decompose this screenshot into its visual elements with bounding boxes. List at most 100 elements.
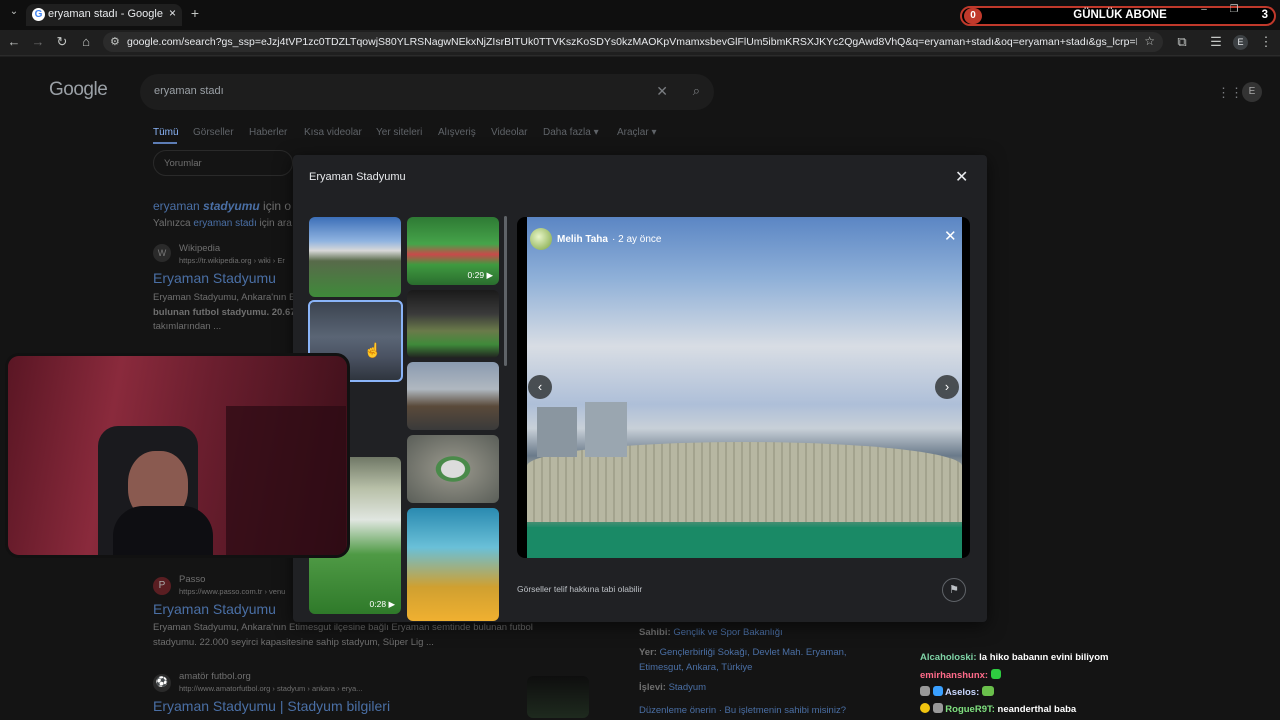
back-icon[interactable]: ←	[6, 34, 22, 49]
result1-title[interactable]: Eryaman Stadyumu	[153, 270, 276, 286]
kp-suggest-edit[interactable]: Düzenleme önerin · Bu işletmenin sahibi …	[639, 705, 846, 716]
chat-badge-icon	[932, 686, 943, 696]
result3-source: amatör futbol.org	[179, 671, 251, 682]
video-duration: 0:28 ▶	[369, 599, 395, 609]
reviews-chip[interactable]: Yorumlar	[153, 150, 293, 176]
chat-user: RogueR9T:	[945, 704, 995, 715]
chat-badge-icon	[932, 703, 943, 713]
tab-title: eryaman stadı - Google'da Ara	[48, 8, 163, 20]
did-you-mean-suffix: için o	[259, 199, 292, 213]
result3-url: http://www.amatorfutbol.org › stadyum › …	[179, 684, 363, 693]
author-avatar[interactable]	[530, 228, 552, 250]
kp-owner-value[interactable]: Gençlik ve Spor Bakanlığı	[673, 627, 782, 638]
thumbnail-scrollbar[interactable]	[504, 216, 507, 366]
reading-list-icon[interactable]: ☰	[1208, 34, 1224, 50]
post-time: · 2 ay önce	[612, 234, 662, 245]
tab-images[interactable]: Görseller	[193, 127, 234, 138]
search-instead-link[interactable]: eryaman stadı	[193, 218, 256, 229]
green-fence	[527, 527, 962, 558]
tab-list-icon[interactable]: ⌄	[6, 6, 22, 17]
tab-close-button[interactable]: ×	[169, 6, 176, 20]
thumbnail-indoor-gym[interactable]	[407, 508, 499, 621]
kp-address-value[interactable]: Gençlerbirliği Sokağı, Devlet Mah. Eryam…	[660, 647, 847, 658]
did-you-mean-link[interactable]: eryaman	[153, 199, 203, 213]
kp-address-value-2[interactable]: Etimesgut, Ankara, Türkiye	[639, 662, 752, 673]
chat-message: emirhanshunx:	[920, 669, 1001, 681]
webcam-overlay	[5, 353, 350, 558]
copyright-notice: Görseller telif hakkına tabi olabilir	[517, 584, 643, 594]
did-you-mean: eryaman stadyumu için o	[153, 199, 291, 213]
browser-tab[interactable]: G eryaman stadı - Google'da Ara ×	[26, 4, 182, 26]
search-input[interactable]: eryaman stadı	[154, 85, 224, 97]
result2-title[interactable]: Eryaman Stadyumu	[153, 601, 276, 617]
clear-icon[interactable]: ✕	[656, 83, 668, 100]
chat-message: Alcaholoski: la hiko babanın evini biliy…	[920, 652, 1108, 663]
thumbnail-stadium-interior[interactable]	[309, 217, 401, 297]
reload-icon[interactable]: ↻	[54, 34, 70, 50]
thumbnail-roof-view[interactable]	[407, 290, 499, 358]
result1-snippet-2: bulunan futbol stadyumu. 20.67	[153, 307, 293, 318]
active-tab-indicator	[153, 142, 177, 144]
minimize-button[interactable]: –	[1196, 4, 1212, 15]
menu-icon[interactable]: ⋮	[1258, 34, 1274, 50]
building-mid	[585, 402, 627, 457]
tab-short-videos[interactable]: Kısa videolar	[304, 127, 362, 138]
chat-text: la hiko babanın evini biliyom	[976, 652, 1109, 663]
thumbnail-aerial[interactable]	[407, 435, 499, 503]
thumbnail-exterior[interactable]	[407, 362, 499, 430]
did-you-mean-emphasis[interactable]: stadyumu	[203, 199, 260, 213]
result2-snippet-2: stadyumu. 22.000 seyirci kapasitesine sa…	[153, 637, 434, 648]
home-icon[interactable]: ⌂	[78, 34, 94, 49]
sub-counter-right: 3	[1261, 9, 1268, 21]
tab-strip: ⌄ G eryaman stadı - Google'da Ara × + GÜ…	[0, 0, 1280, 30]
chat-message: RogueR9T: neanderthal baba	[920, 703, 1076, 715]
result1-snippet-1: Eryaman Stadyumu, Ankara'nın E	[153, 292, 293, 303]
result3-thumbnail[interactable]	[527, 676, 589, 718]
preview-close-button[interactable]: ✕	[944, 227, 957, 245]
google-logo[interactable]: Google	[49, 79, 108, 101]
address-bar[interactable]: ⚙ google.com/search?gs_ssp=eJzj4tVP1zc0T…	[103, 32, 1163, 52]
chat-emote-icon	[981, 686, 994, 696]
author-name[interactable]: Melih Taha	[557, 234, 608, 245]
search-box[interactable]: eryaman stadı ✕ ⌕	[140, 74, 714, 110]
chevron-left-icon[interactable]: ‹	[528, 375, 552, 399]
passo-favicon-icon: P	[153, 577, 171, 595]
search-icon[interactable]: ⌕	[693, 83, 700, 99]
search-instead-suffix: için ara	[256, 218, 292, 229]
flag-icon[interactable]: ⚑	[942, 578, 966, 602]
result1-url: https://tr.wikipedia.org › wiki › Er	[179, 256, 285, 265]
bookmark-star-icon[interactable]: ☆	[1144, 34, 1155, 48]
image-preview[interactable]	[517, 217, 970, 558]
result3-title[interactable]: Eryaman Stadyumu | Stadyum bilgileri	[153, 698, 390, 714]
address-bar-url: google.com/search?gs_ssp=eJzj4tVP1zc0TDZ…	[127, 36, 1137, 48]
webcam-person-body	[113, 506, 213, 555]
search-instead: Yalnızca eryaman stadı için ara	[153, 218, 292, 229]
sub-counter-left: 0	[964, 8, 982, 24]
kp-address: Yer: Gençlerbirliği Sokağı, Devlet Mah. …	[639, 647, 847, 658]
result2-url: https://www.passo.com.tr › venu	[179, 587, 286, 596]
cursor-icon: ☝	[364, 342, 382, 358]
new-tab-button[interactable]: +	[187, 5, 203, 21]
profile-avatar[interactable]: E	[1233, 35, 1248, 50]
video-duration: 0:29 ▶	[467, 270, 493, 280]
account-avatar[interactable]: E	[1242, 82, 1262, 102]
chevron-right-icon[interactable]: ›	[935, 375, 959, 399]
modal-close-button[interactable]: ✕	[955, 167, 968, 187]
thumbnail-pitch-video[interactable]: 0:29 ▶	[407, 217, 499, 285]
tab-tools[interactable]: Araçlar ▾	[617, 127, 656, 138]
kp-function-value[interactable]: Stadyum	[669, 682, 707, 693]
site-info-icon[interactable]: ⚙	[110, 35, 120, 48]
tab-videos[interactable]: Videolar	[491, 127, 528, 138]
kp-function-label: İşlevi:	[639, 682, 666, 693]
google-favicon-icon: G	[32, 8, 45, 21]
tab-places[interactable]: Yer siteleri	[376, 127, 422, 138]
restore-button[interactable]: ❐	[1226, 4, 1242, 15]
wikipedia-favicon-icon: W	[153, 244, 171, 262]
tab-all[interactable]: Tümü	[153, 127, 179, 138]
tab-news[interactable]: Haberler	[249, 127, 287, 138]
forward-icon[interactable]: →	[30, 34, 46, 49]
tab-more[interactable]: Daha fazla ▾	[543, 127, 599, 138]
tab-shopping[interactable]: Alışveriş	[438, 127, 476, 138]
extensions-icon[interactable]: ⧉	[1174, 34, 1190, 50]
search-instead-prefix: Yalnızca	[153, 218, 194, 229]
